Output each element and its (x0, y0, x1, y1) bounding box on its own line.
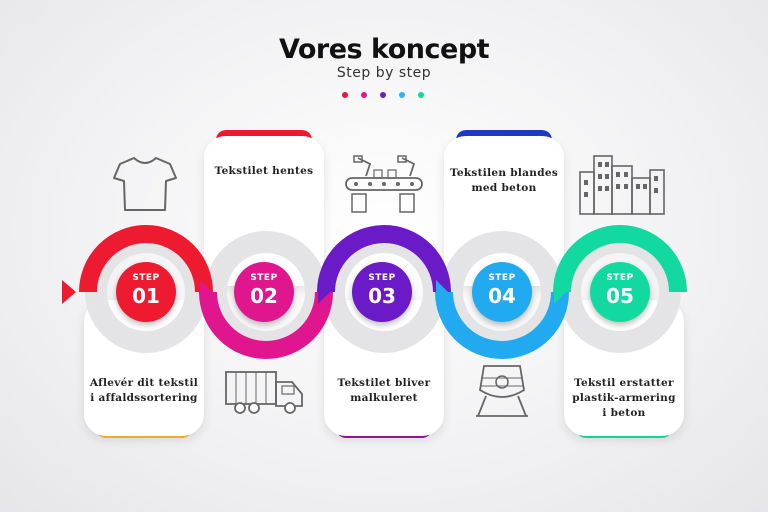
step-5-text: Tekstil erstatter plastik-armering i bet… (564, 376, 684, 421)
step-number: 04 (488, 284, 516, 308)
text-line: plastik-armering (572, 392, 676, 404)
text-line: med beton (471, 182, 537, 194)
wave-rings (62, 225, 687, 359)
step-label: STEP (488, 273, 516, 283)
step-label: STEP (606, 273, 634, 283)
step-number: 02 (250, 284, 278, 308)
text-line: Aflevér dit tekstil (89, 377, 199, 389)
truck-icon (225, 371, 303, 414)
arrow-1 (62, 280, 76, 304)
factory-conveyor-icon (345, 155, 423, 213)
step-label: STEP (132, 273, 160, 283)
text-line: malkuleret (350, 392, 418, 404)
step-circle-4: STEP 04 (472, 262, 532, 322)
step-circle-3: STEP 03 (352, 262, 412, 322)
step-number: 05 (606, 284, 634, 308)
text-line: i beton (602, 407, 646, 419)
step-number: 03 (368, 284, 396, 308)
step-label: STEP (368, 273, 396, 283)
step-label: STEP (250, 273, 278, 283)
text-line: i affaldssortering (90, 392, 198, 404)
step-3-text: Tekstilet bliver malkuleret (324, 376, 444, 406)
step-1-text: Aflevér dit tekstil i affaldssortering (84, 376, 204, 406)
step-circle-2: STEP 02 (234, 262, 294, 322)
step-4-text: Tekstilen blandes med beton (444, 166, 564, 196)
buildings-icon (579, 155, 665, 215)
text-line: Tekstilet bliver (337, 377, 431, 389)
step-circle-5: STEP 05 (590, 262, 650, 322)
text-line: Tekstil erstatter (574, 377, 674, 389)
text-line: Tekstilet hentes (214, 165, 314, 177)
step-circle-1: STEP 01 (116, 262, 176, 322)
text-line: Tekstilen blandes (449, 167, 559, 179)
cement-mixer-icon (476, 365, 528, 417)
step-2-text: Tekstilet hentes (204, 164, 324, 179)
step-number: 01 (132, 284, 160, 308)
t-shirt-icon (113, 157, 177, 211)
